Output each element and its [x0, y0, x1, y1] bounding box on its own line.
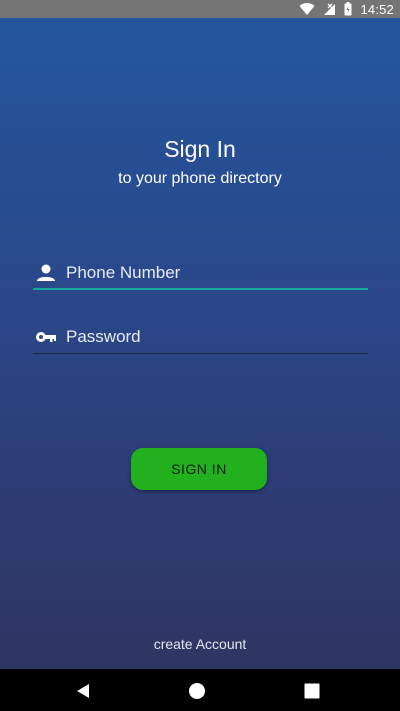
status-icons: 14:52	[299, 1, 394, 17]
status-bar: 14:52	[0, 0, 400, 18]
create-account-link[interactable]: create Account	[0, 636, 400, 652]
app-screen: 14:52 Sign In to your phone directory SI…	[0, 0, 400, 669]
sign-in-button[interactable]: SIGN IN	[131, 448, 267, 490]
status-time: 14:52	[360, 1, 394, 17]
back-icon[interactable]	[74, 682, 92, 700]
password-input[interactable]	[66, 324, 361, 350]
battery-icon	[344, 2, 352, 16]
signal-icon	[324, 3, 336, 15]
home-icon[interactable]	[188, 682, 206, 700]
page-title: Sign In	[164, 136, 236, 162]
page-subtitle: to your phone directory	[118, 170, 282, 187]
password-field[interactable]	[33, 322, 368, 354]
navigation-bar	[0, 669, 400, 711]
recents-icon[interactable]	[303, 682, 321, 700]
phone-number-field[interactable]	[33, 258, 368, 290]
wifi-icon	[299, 2, 315, 15]
title-block: Sign In to your phone directory	[0, 136, 400, 188]
phone-number-input[interactable]	[66, 260, 361, 286]
key-icon	[36, 332, 56, 342]
person-icon	[37, 264, 55, 281]
